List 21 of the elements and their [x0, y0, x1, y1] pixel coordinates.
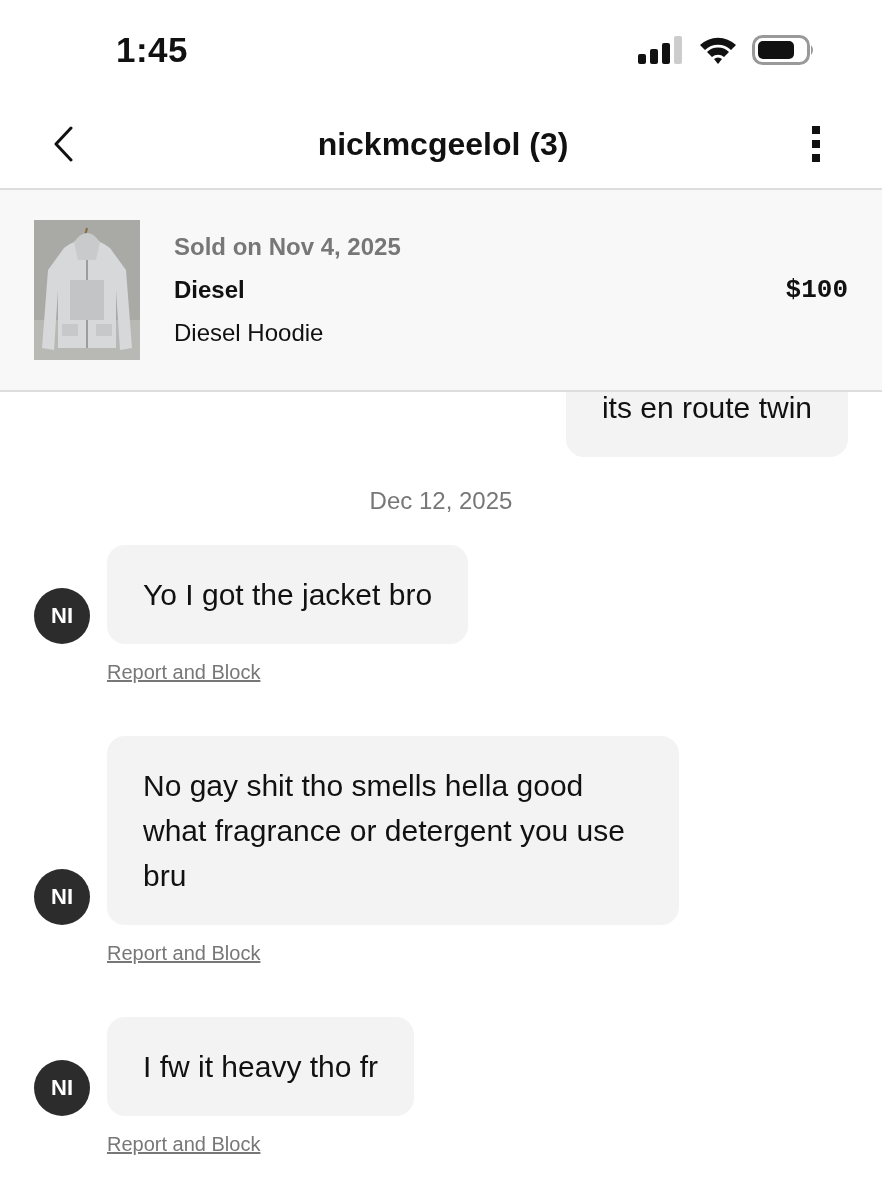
avatar[interactable]: NI — [34, 1060, 90, 1116]
report-link[interactable]: Report and Block — [107, 942, 261, 965]
date-divider: Dec 12, 2025 — [369, 487, 513, 515]
received-message: I fw it heavy tho fr — [107, 1017, 415, 1116]
item-title: Diesel Hoodie — [174, 319, 325, 347]
sold-date: Sold on Nov 4, 2025 — [174, 233, 402, 261]
report-link[interactable]: Report and Block — [107, 661, 261, 684]
more-options-icon[interactable] — [812, 126, 820, 162]
received-message: Yo I got the jacket bro — [107, 545, 469, 644]
signal-icon — [638, 36, 684, 64]
avatar[interactable]: NI — [34, 869, 90, 925]
item-price: $100 — [785, 275, 848, 305]
wifi-icon — [698, 35, 738, 65]
avatar[interactable]: NI — [34, 588, 90, 644]
received-message: No gay shit tho smells hella good what fragrance or detergent you use bru — [107, 736, 679, 925]
item-brand: Diesel — [174, 276, 245, 304]
battery-icon — [752, 35, 816, 65]
report-link[interactable]: Report and Block — [107, 1133, 261, 1156]
status-time: 1:45 — [116, 30, 189, 70]
chat-title: nickmcgeelol (3) — [317, 125, 569, 163]
back-icon[interactable] — [52, 126, 74, 162]
